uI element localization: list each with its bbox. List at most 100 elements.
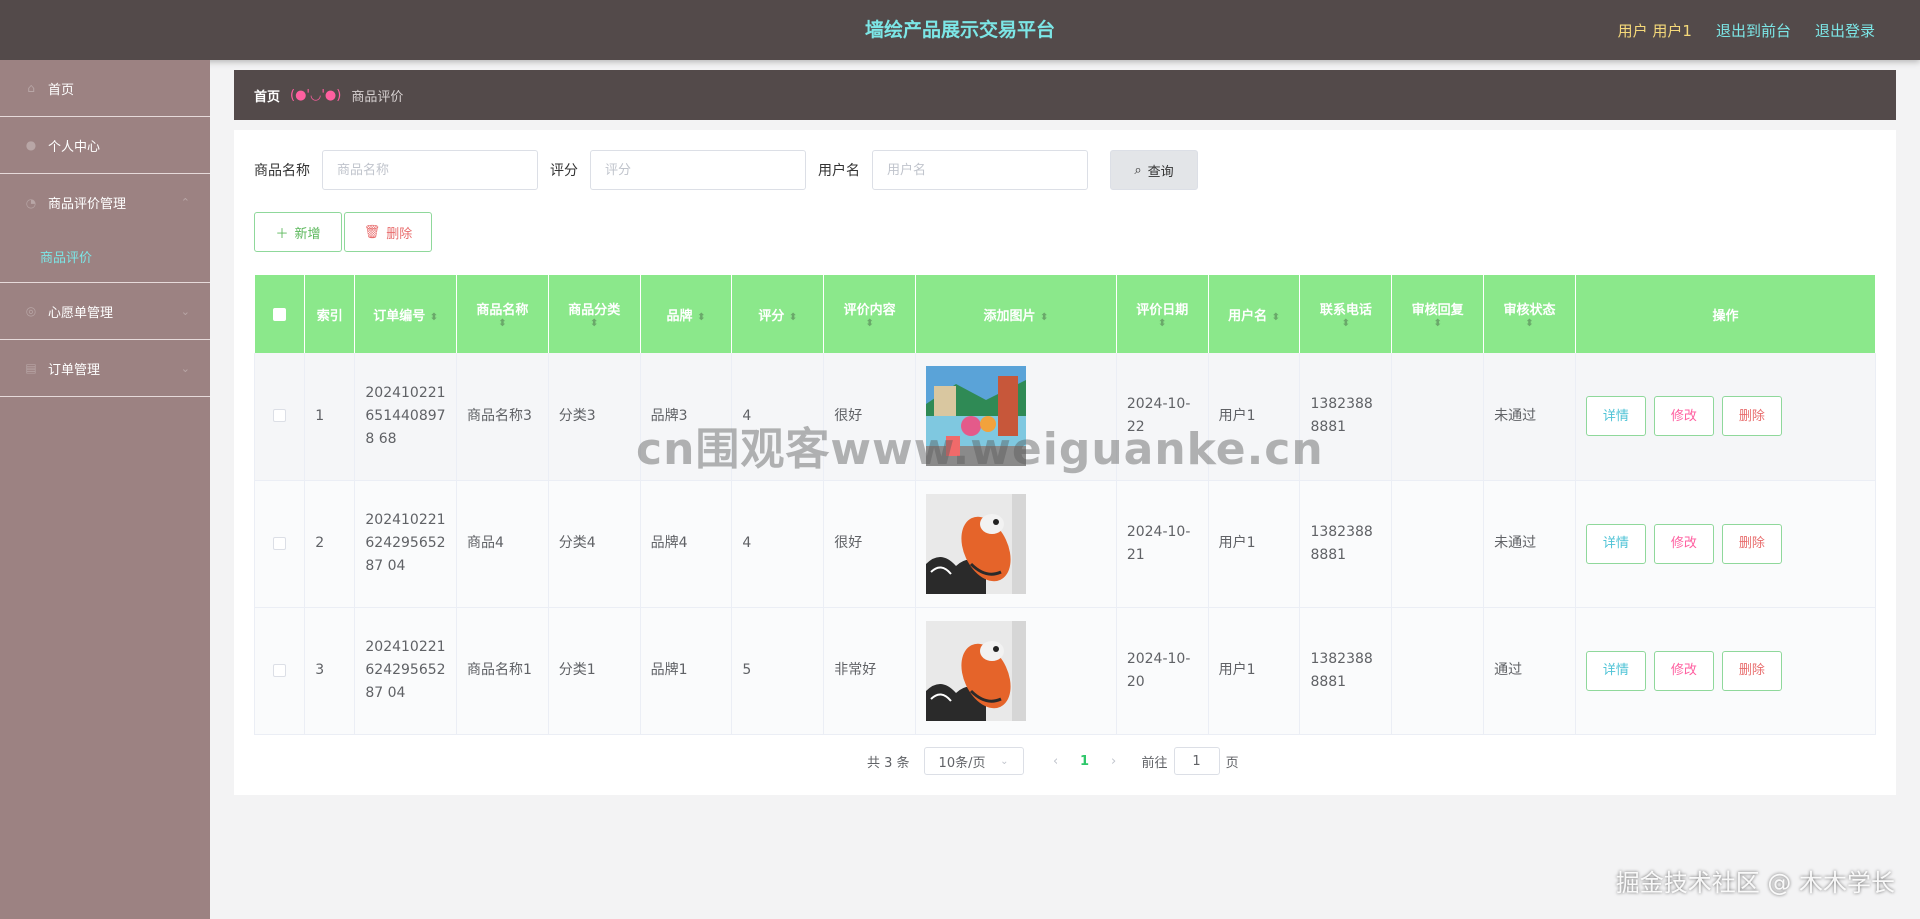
cell-category: 分类1 bbox=[548, 607, 641, 735]
header-label: 商品名称 bbox=[476, 302, 529, 318]
cell-content: 很好 bbox=[823, 480, 917, 608]
koi-wave-mural-photo[interactable] bbox=[926, 620, 1027, 721]
detail-button[interactable]: 详情 bbox=[1585, 396, 1646, 437]
cell-category: 分类4 bbox=[548, 480, 641, 608]
header-reply[interactable]: 审核回复 ⬍ bbox=[1391, 275, 1485, 353]
page-suffix: 页 bbox=[1225, 755, 1239, 771]
header-index: 索引 bbox=[304, 275, 356, 353]
cell-image bbox=[915, 480, 1117, 608]
header-label: 添加图片 bbox=[983, 308, 1036, 324]
header-status[interactable]: 审核状态 ⬍ bbox=[1483, 275, 1576, 353]
header-score[interactable]: 评分 ⬍ bbox=[731, 275, 825, 353]
cell-date: 2024-10-20 bbox=[1116, 607, 1209, 735]
sort-icon: ⬍ bbox=[429, 311, 439, 323]
cell-actions: 详情 修改 删除 bbox=[1575, 353, 1877, 481]
row-actions: 详情 修改 删除 bbox=[1585, 650, 1865, 691]
cell-order-no: 20241022162429565287 04 bbox=[354, 607, 457, 735]
sidebar-item-profile[interactable]: ● 个人中心 bbox=[0, 117, 210, 174]
delete-button-label: 删除 bbox=[386, 226, 413, 242]
detail-button[interactable]: 详情 bbox=[1585, 523, 1646, 564]
row-select-cell[interactable] bbox=[253, 353, 306, 481]
score-label: 评分 bbox=[550, 163, 578, 179]
page-size-select[interactable]: 10条/页 ⌄ bbox=[923, 747, 1024, 775]
cell-order-no: 20241022162429565287 04 bbox=[354, 480, 457, 608]
cell-actions: 详情 修改 删除 bbox=[1575, 480, 1877, 608]
header-product-name[interactable]: 商品名称 ⬍ bbox=[456, 275, 549, 353]
score-input[interactable] bbox=[590, 150, 806, 190]
username-input[interactable] bbox=[872, 150, 1088, 190]
sort-icon: ⬍ bbox=[1433, 317, 1442, 329]
sort-icon: ⬍ bbox=[1525, 317, 1534, 329]
sidebar-item-order-management[interactable]: ▤ 订单管理 ⌄ bbox=[0, 340, 210, 397]
logout-link[interactable]: 退出登录 bbox=[1815, 20, 1875, 41]
pagination: 共 3 条 10条/页 ⌄ ‹ 1 › 前往 页 bbox=[867, 747, 1239, 775]
reviews-table: 索引 订单编号 ⬍ 商品名称 ⬍ 商品分类 ⬍ 品牌 ⬍ 评分 ⬍ 评价内容 ⬍ 添加… bbox=[253, 275, 1877, 735]
row-select-cell[interactable] bbox=[253, 480, 306, 608]
header-brand[interactable]: 品牌 ⬍ bbox=[640, 275, 733, 353]
cell-reply bbox=[1391, 480, 1485, 608]
table-header-row: 索引 订单编号 ⬍ 商品名称 ⬍ 商品分类 ⬍ 品牌 ⬍ 评分 ⬍ 评价内容 ⬍ 添加… bbox=[254, 275, 1877, 353]
page-number-current[interactable]: 1 bbox=[1070, 754, 1100, 769]
cell-date: 2024-10-21 bbox=[1116, 480, 1209, 608]
sidebar-item-review-management[interactable]: ◔ 商品评价管理 ⌃ bbox=[0, 174, 210, 231]
header-phone[interactable]: 联系电话 ⬍ bbox=[1299, 275, 1393, 353]
chevron-up-icon: ⌃ bbox=[180, 196, 190, 209]
search-icon: ⌕ bbox=[1134, 162, 1142, 178]
sidebar-item-label: 个人中心 bbox=[48, 139, 101, 155]
chevron-down-icon: ⌄ bbox=[180, 304, 190, 318]
header-label: 品牌 bbox=[666, 308, 693, 324]
product-name-input[interactable] bbox=[322, 150, 538, 190]
edit-button[interactable]: 修改 bbox=[1653, 396, 1714, 437]
header-label: 商品分类 bbox=[568, 302, 621, 318]
query-button[interactable]: ⌕ 查询 bbox=[1110, 150, 1198, 190]
back-to-front-link[interactable]: 退出到前台 bbox=[1716, 20, 1791, 41]
header-label: 审核回复 bbox=[1411, 302, 1464, 318]
sort-icon: ⬍ bbox=[1341, 317, 1351, 329]
goto-page-input[interactable] bbox=[1173, 747, 1220, 775]
header-label: 评价日期 bbox=[1136, 302, 1189, 318]
row-checkbox[interactable] bbox=[273, 409, 287, 423]
table-row: 2 20241022162429565287 04 商品4 分类4 品牌4 4 … bbox=[253, 480, 1877, 608]
cell-username: 用户1 bbox=[1208, 607, 1301, 735]
edit-button[interactable]: 修改 bbox=[1653, 523, 1714, 564]
header-image[interactable]: 添加图片 ⬍ bbox=[915, 275, 1117, 353]
username-label: 用户名 bbox=[818, 163, 860, 179]
row-select-cell[interactable] bbox=[253, 607, 306, 735]
prev-page-button[interactable]: ‹ bbox=[1042, 754, 1070, 769]
table-row: 3 20241022162429565287 04 商品名称1 分类1 品牌1 … bbox=[253, 607, 1877, 735]
header-select-all[interactable] bbox=[254, 275, 306, 353]
header-order-no[interactable]: 订单编号 ⬍ bbox=[354, 275, 457, 353]
koi-wave-mural-photo[interactable] bbox=[926, 493, 1027, 594]
batch-delete-button[interactable]: 🗑 删除 bbox=[344, 212, 432, 252]
toolbar: ＋ 新增 🗑 删除 bbox=[254, 212, 432, 252]
cell-content: 非常好 bbox=[823, 607, 917, 735]
sidebar-item-home[interactable]: ⌂ 首页 bbox=[0, 60, 210, 117]
breadcrumb-home[interactable]: 首页 bbox=[254, 86, 280, 105]
select-all-checkbox[interactable] bbox=[272, 307, 286, 321]
next-page-button[interactable]: › bbox=[1100, 754, 1128, 769]
add-button[interactable]: ＋ 新增 bbox=[254, 212, 342, 252]
delete-button[interactable]: 删除 bbox=[1721, 523, 1782, 564]
header-category[interactable]: 商品分类 ⬍ bbox=[548, 275, 641, 353]
top-links: 用户 用户1 退出到前台 退出登录 bbox=[1618, 0, 1875, 60]
delete-button[interactable]: 删除 bbox=[1721, 396, 1782, 437]
goto-label: 前往 bbox=[1141, 755, 1168, 771]
sort-icon: ⬍ bbox=[697, 311, 706, 323]
cell-product-name: 商品4 bbox=[456, 480, 549, 608]
delete-button[interactable]: 删除 bbox=[1721, 650, 1782, 691]
header-date[interactable]: 评价日期 ⬍ bbox=[1116, 275, 1209, 353]
top-bar: 墙绘产品展示交易平台 用户 用户1 退出到前台 退出登录 bbox=[0, 0, 1920, 60]
edit-button[interactable]: 修改 bbox=[1653, 650, 1714, 691]
trash-icon: 🗑 bbox=[363, 224, 381, 240]
row-checkbox[interactable] bbox=[273, 663, 287, 677]
breadcrumb-separator: (●'◡'●) bbox=[290, 87, 342, 103]
sidebar-subitem-product-review[interactable]: 商品评价 bbox=[0, 231, 210, 283]
sidebar-item-label: 心愿单管理 bbox=[48, 305, 114, 321]
sidebar-item-wishlist-management[interactable]: ◎ 心愿单管理 ⌄ bbox=[0, 283, 210, 340]
row-checkbox[interactable] bbox=[273, 536, 287, 550]
detail-button[interactable]: 详情 bbox=[1585, 650, 1646, 691]
header-username[interactable]: 用户名 ⬍ bbox=[1208, 275, 1301, 353]
header-label: 评分 bbox=[758, 308, 785, 324]
header-content[interactable]: 评价内容 ⬍ bbox=[823, 275, 917, 353]
row-actions: 详情 修改 删除 bbox=[1585, 396, 1865, 437]
